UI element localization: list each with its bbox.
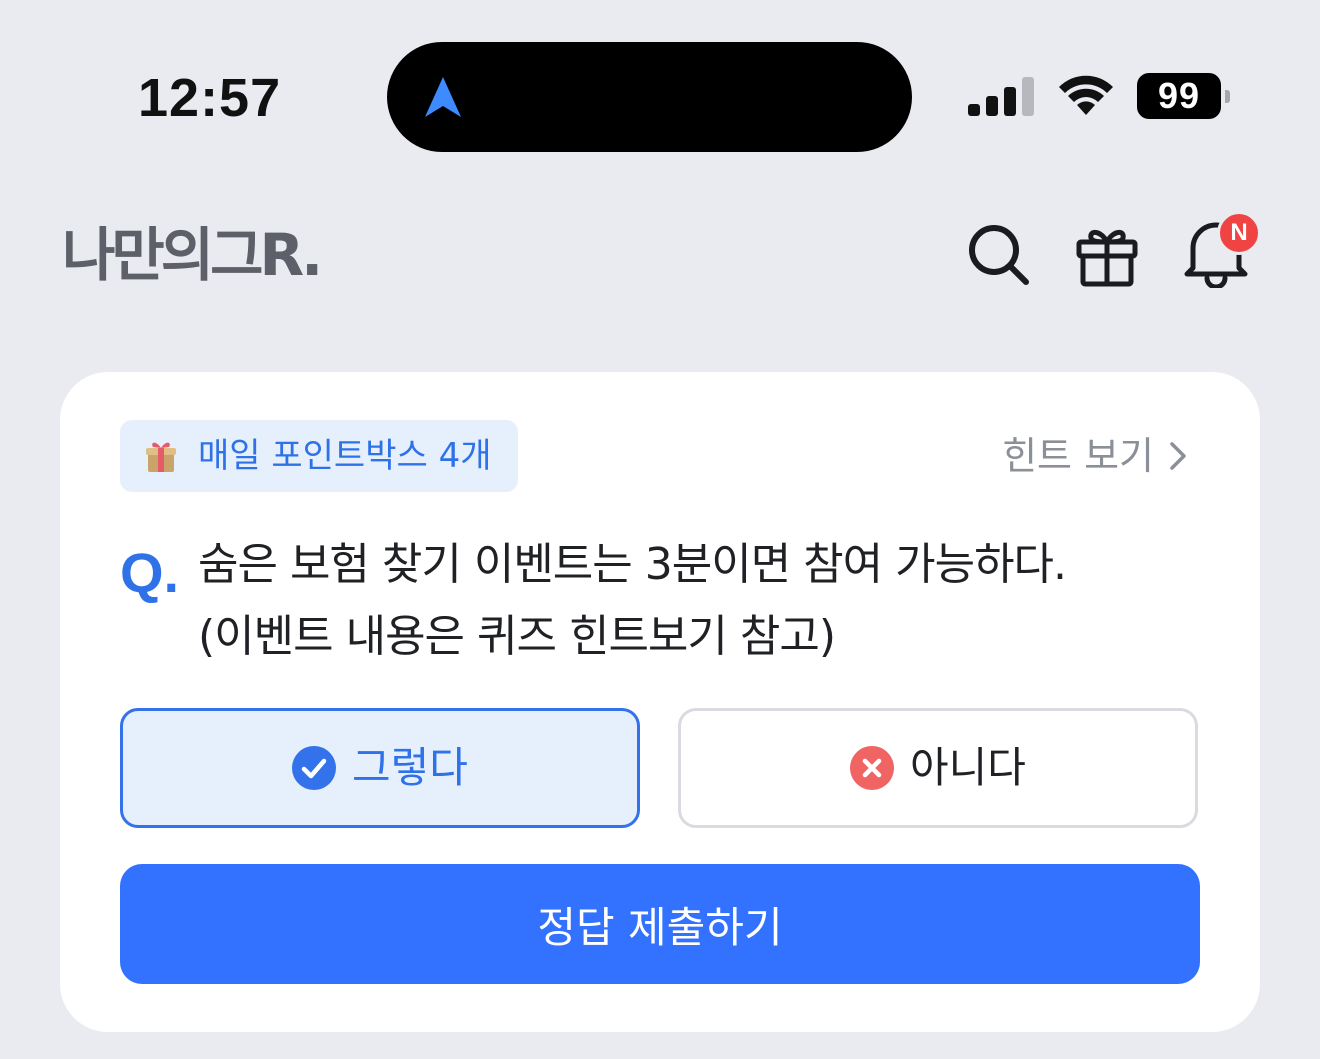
question-marker: Q. [120, 541, 180, 604]
answer-yes-button[interactable]: 그렇다 [120, 708, 640, 828]
battery-tip [1225, 90, 1230, 103]
dynamic-island [387, 42, 912, 152]
x-circle-icon [850, 746, 895, 790]
battery-icon: 99 [1137, 73, 1230, 119]
check-circle-icon [292, 746, 337, 790]
wifi-icon [1059, 75, 1113, 115]
hint-label: 힌트 보기 [1002, 434, 1154, 478]
gift-icon[interactable] [1075, 224, 1139, 288]
answer-yes-label: 그렇다 [352, 743, 468, 792]
clock: 12:57 [138, 68, 282, 128]
navigation-arrow-icon [425, 77, 461, 117]
gift-box-emoji-icon [146, 442, 176, 472]
app-logo[interactable]: 나만의그R. [62, 220, 323, 290]
answer-no-label: 아니다 [910, 743, 1026, 792]
app-header: 나만의그R. [0, 190, 1320, 320]
hint-link[interactable]: 힌트 보기 [1002, 428, 1188, 484]
quiz-card: 매일 포인트박스 4개 힌트 보기 Q. 숨은 보험 찾기 이벤트는 3분이면 … [60, 372, 1260, 1032]
signal-icon [968, 77, 1034, 116]
daily-pointbox-chip: 매일 포인트박스 4개 [120, 420, 518, 492]
question-text: 숨은 보험 찾기 이벤트는 3분이면 참여 가능하다. [198, 539, 1067, 590]
submit-answer-button[interactable]: 정답 제출하기 [120, 864, 1200, 984]
answer-no-button[interactable]: 아니다 [678, 708, 1198, 828]
pointbox-label: 매일 포인트박스 4개 [198, 436, 492, 476]
search-icon[interactable] [966, 222, 1032, 288]
chevron-right-icon [1170, 442, 1186, 470]
status-bar: 12:57 99 [0, 0, 1320, 180]
submit-label: 정답 제출하기 [537, 902, 783, 952]
question-note: (이벤트 내용은 퀴즈 힌트보기 참고) [198, 611, 836, 662]
notification-badge: N [1217, 211, 1261, 255]
battery-level: 99 [1137, 73, 1221, 119]
